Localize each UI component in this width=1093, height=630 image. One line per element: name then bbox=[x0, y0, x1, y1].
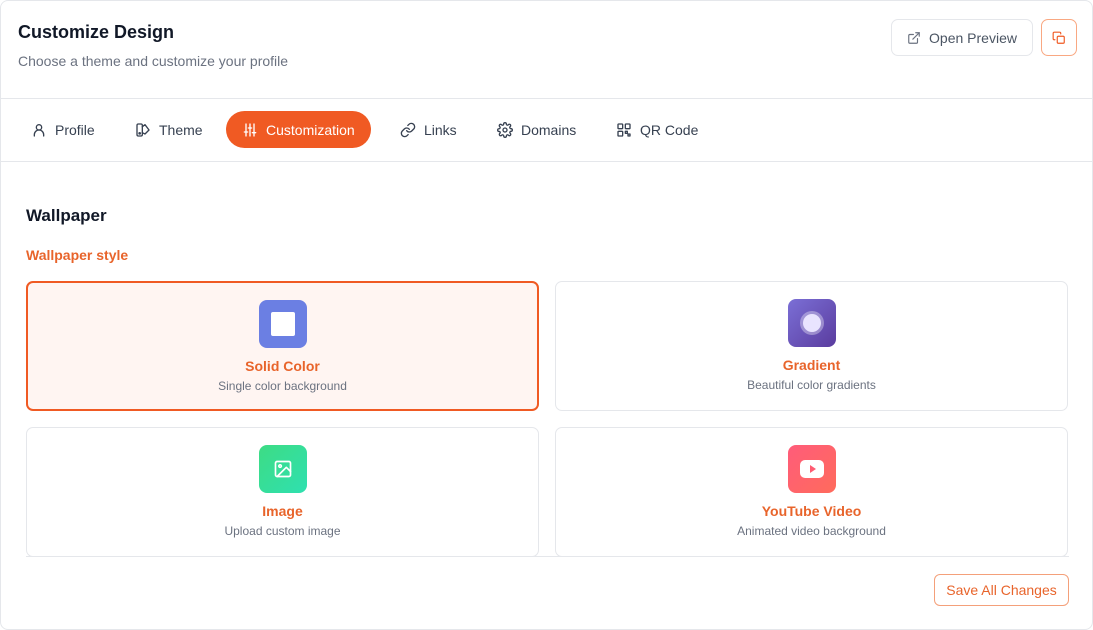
tab-theme[interactable]: Theme bbox=[119, 111, 219, 148]
customize-design-panel: Customize Design Choose a theme and cust… bbox=[0, 0, 1093, 630]
circle-icon bbox=[787, 299, 836, 347]
option-name: Image bbox=[262, 503, 303, 519]
tab-links[interactable]: Links bbox=[384, 111, 473, 148]
gear-icon bbox=[497, 121, 513, 138]
option-name: Solid Color bbox=[245, 358, 320, 374]
tab-customization[interactable]: Customization bbox=[226, 111, 371, 148]
option-description: Upload custom image bbox=[224, 524, 341, 538]
option-description: Beautiful color gradients bbox=[747, 378, 876, 392]
open-preview-label: Open Preview bbox=[929, 29, 1017, 46]
tab-label: Profile bbox=[55, 121, 95, 138]
wallpaper-style-label: Wallpaper style bbox=[26, 247, 129, 263]
tab-domains[interactable]: Domains bbox=[481, 111, 592, 148]
tab-label: Theme bbox=[159, 121, 203, 138]
external-link-icon bbox=[907, 31, 921, 45]
copy-button[interactable] bbox=[1041, 19, 1077, 56]
qr-code-icon bbox=[616, 122, 632, 138]
option-name: Gradient bbox=[782, 357, 841, 373]
palette-icon bbox=[135, 122, 151, 138]
page-subtitle: Choose a theme and customize your profil… bbox=[18, 53, 289, 69]
wallpaper-option-image[interactable]: Image Upload custom image bbox=[26, 427, 539, 556]
sliders-icon bbox=[242, 122, 258, 138]
tab-profile[interactable]: Profile bbox=[15, 111, 111, 148]
tab-label: Links bbox=[424, 121, 457, 138]
wallpaper-option-gradient[interactable]: Gradient Beautiful color gradients bbox=[555, 281, 1068, 411]
tab-label: QR Code bbox=[640, 121, 699, 138]
save-all-changes-button[interactable]: Save All Changes bbox=[934, 574, 1069, 606]
youtube-icon bbox=[787, 445, 836, 493]
wallpaper-option-solid-color[interactable]: Solid Color Single color background bbox=[26, 281, 539, 411]
link-icon bbox=[400, 122, 416, 138]
wallpaper-heading: Wallpaper bbox=[26, 206, 107, 225]
open-preview-button[interactable]: Open Preview bbox=[891, 19, 1033, 56]
copy-icon bbox=[1052, 31, 1066, 45]
user-icon bbox=[31, 122, 47, 138]
option-name: YouTube Video bbox=[761, 503, 862, 519]
square-icon bbox=[258, 300, 307, 348]
tab-qr-code[interactable]: QR Code bbox=[600, 111, 714, 148]
wallpaper-option-youtube-video[interactable]: YouTube Video Animated video background bbox=[555, 427, 1068, 556]
page-title: Customize Design bbox=[18, 22, 175, 42]
tab-bar: Profile Theme Customization Links Domain… bbox=[1, 99, 1092, 162]
option-description: Animated video background bbox=[737, 524, 886, 538]
image-icon bbox=[258, 445, 307, 493]
panel-header: Customize Design Choose a theme and cust… bbox=[1, 1, 1092, 99]
option-description: Single color background bbox=[218, 379, 347, 393]
tab-label: Domains bbox=[521, 121, 577, 138]
tab-label: Customization bbox=[266, 121, 355, 138]
wallpaper-options-grid: Solid Color Single color background Grad… bbox=[26, 281, 1069, 557]
